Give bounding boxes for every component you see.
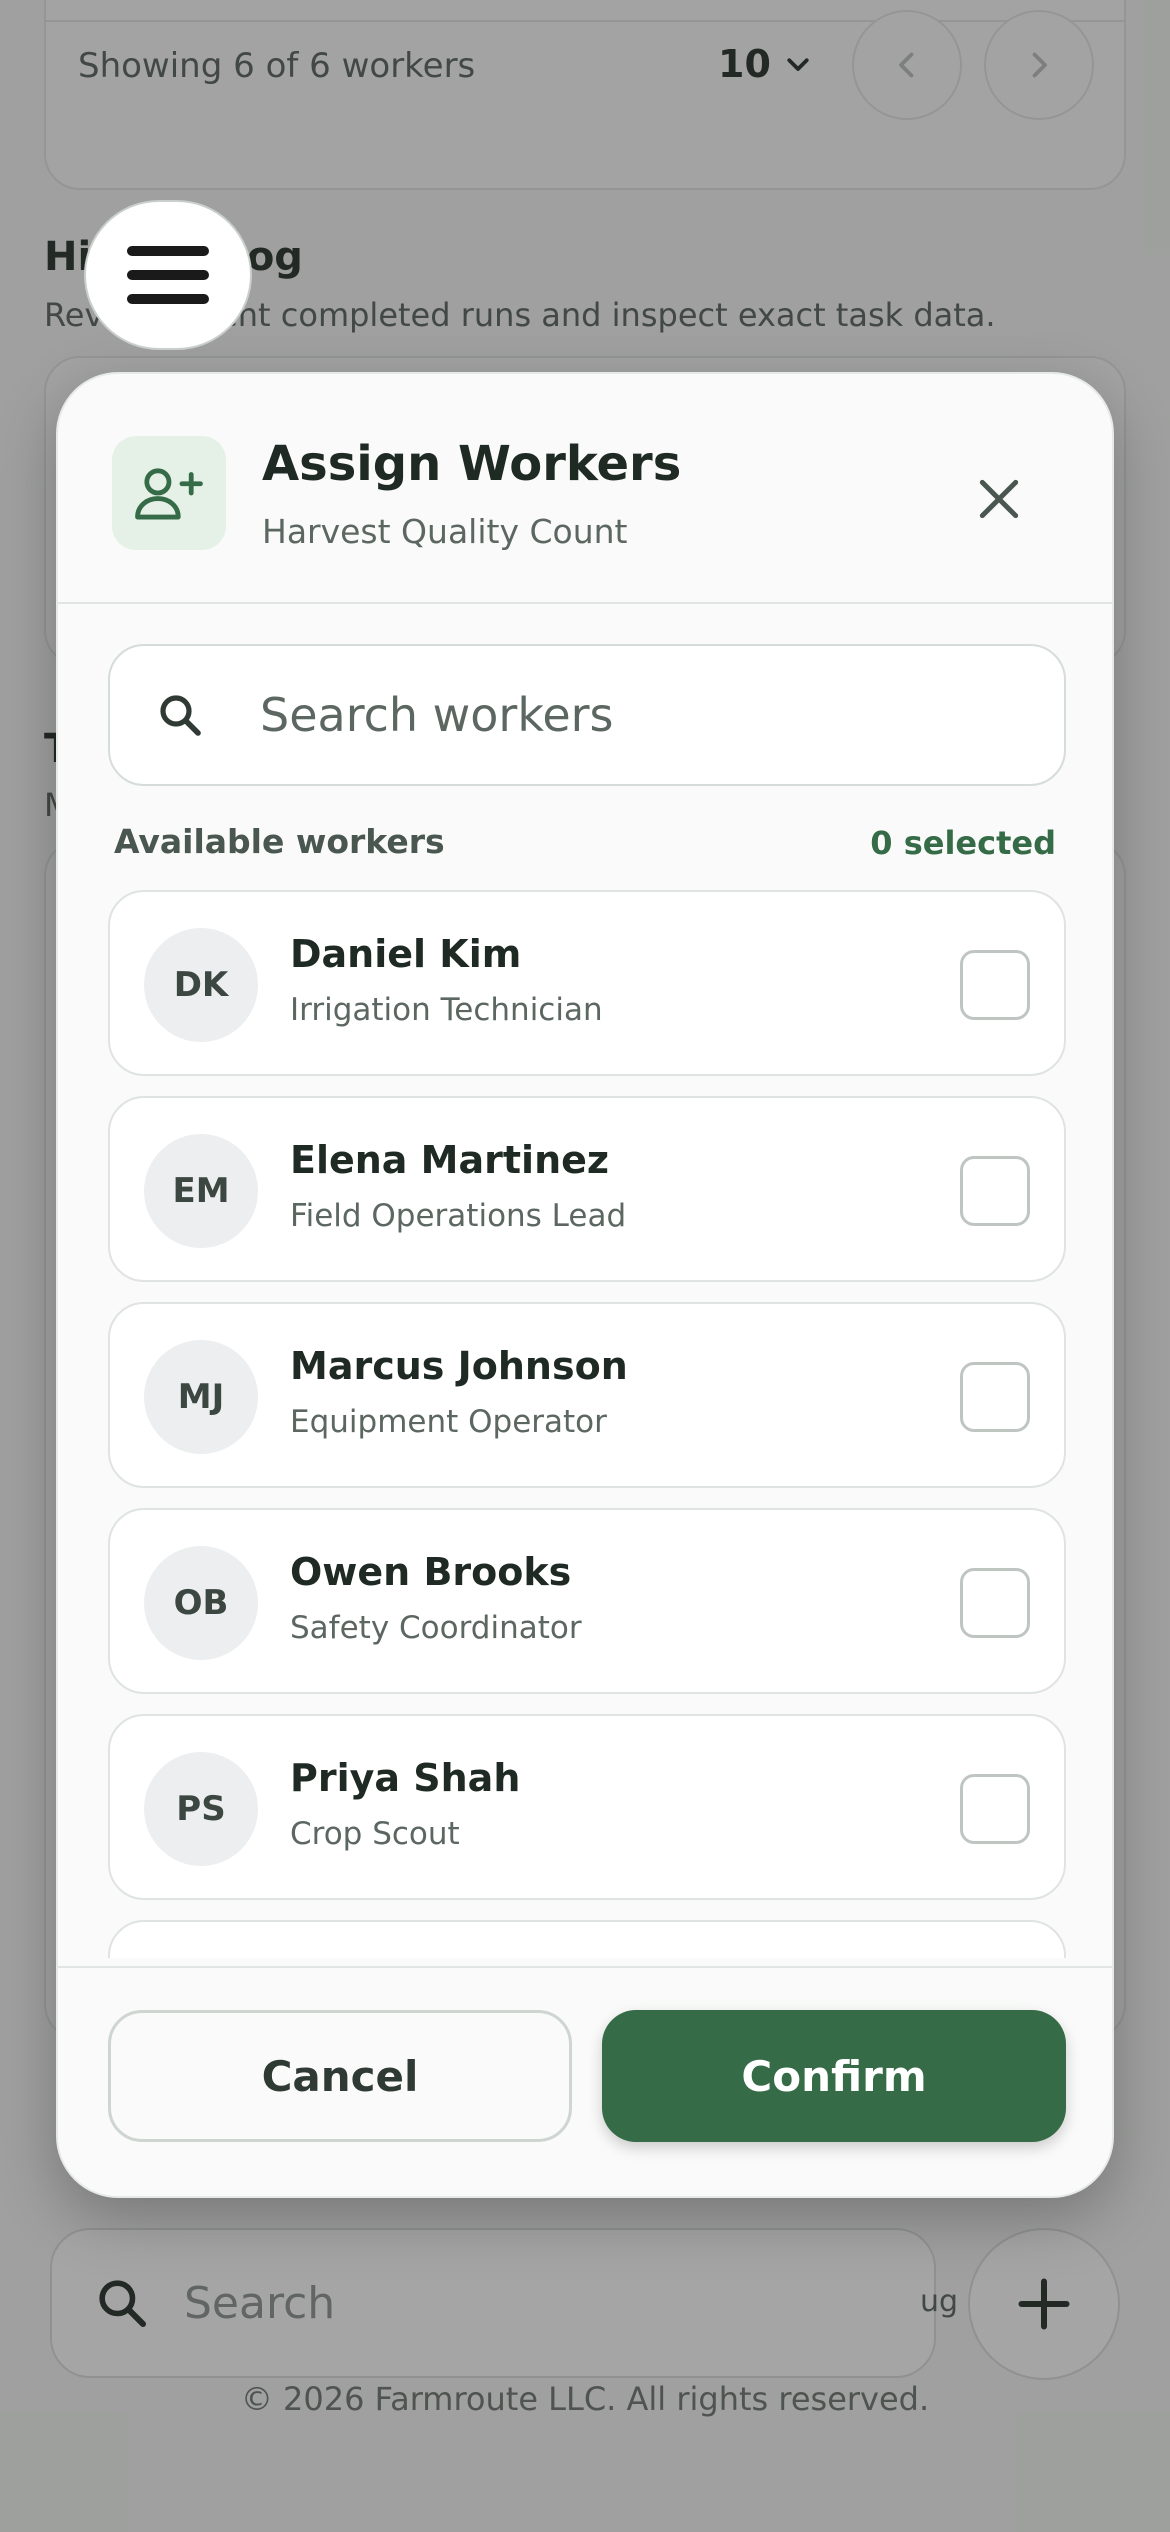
cancel-button[interactable]: Cancel (108, 2010, 572, 2142)
worker-item-elena-martinez[interactable]: EM Elena Martinez Field Operations Lead (108, 1096, 1066, 1282)
worker-role: Irrigation Technician (290, 992, 603, 1028)
worker-role: Crop Scout (290, 1816, 460, 1852)
worker-name: Elena Martinez (290, 1138, 610, 1182)
assign-icon-badge (112, 436, 226, 550)
worker-checkbox[interactable] (960, 950, 1030, 1020)
selected-count: 0 selected (870, 824, 1056, 862)
worker-item-priya-shah[interactable]: PS Priya Shah Crop Scout (108, 1714, 1066, 1900)
avatar: MJ (144, 1340, 258, 1454)
worker-item-partial[interactable] (108, 1920, 1066, 1958)
dialog-title: Assign Workers (262, 436, 682, 492)
close-icon (979, 479, 1019, 519)
worker-search-box[interactable] (108, 644, 1066, 786)
available-workers-label: Available workers (114, 822, 445, 861)
confirm-button[interactable]: Confirm (602, 2010, 1066, 2142)
worker-checkbox[interactable] (960, 1774, 1030, 1844)
avatar: DK (144, 928, 258, 1042)
worker-checkbox[interactable] (960, 1156, 1030, 1226)
user-plus-icon (135, 468, 203, 520)
worker-name: Priya Shah (290, 1756, 521, 1800)
dialog-footer: Cancel Confirm (58, 1966, 1112, 2196)
worker-name: Marcus Johnson (290, 1344, 628, 1388)
worker-role: Safety Coordinator (290, 1610, 582, 1646)
worker-role: Equipment Operator (290, 1404, 607, 1440)
worker-item-marcus-johnson[interactable]: MJ Marcus Johnson Equipment Operator (108, 1302, 1066, 1488)
menu-icon (127, 246, 209, 304)
worker-role: Field Operations Lead (290, 1198, 627, 1234)
avatar: EM (144, 1134, 258, 1248)
worker-item-owen-brooks[interactable]: OB Owen Brooks Safety Coordinator (108, 1508, 1066, 1694)
worker-checkbox[interactable] (960, 1362, 1030, 1432)
worker-item-daniel-kim[interactable]: DK Daniel Kim Irrigation Technician (108, 890, 1066, 1076)
worker-name: Owen Brooks (290, 1550, 572, 1594)
worker-name: Daniel Kim (290, 932, 522, 976)
close-button[interactable] (964, 464, 1034, 534)
avatar: OB (144, 1546, 258, 1660)
worker-checkbox[interactable] (960, 1568, 1030, 1638)
worker-list[interactable]: DK Daniel Kim Irrigation Technician EM E… (108, 890, 1066, 1958)
menu-button[interactable] (84, 200, 252, 350)
avatar: PS (144, 1752, 258, 1866)
search-icon (160, 695, 201, 736)
dialog-subtitle: Harvest Quality Count (262, 512, 628, 551)
assign-workers-dialog: Assign Workers Harvest Quality Count Ava… (56, 372, 1114, 2198)
dialog-header: Assign Workers Harvest Quality Count (58, 374, 1112, 604)
worker-search-input[interactable] (260, 688, 960, 742)
